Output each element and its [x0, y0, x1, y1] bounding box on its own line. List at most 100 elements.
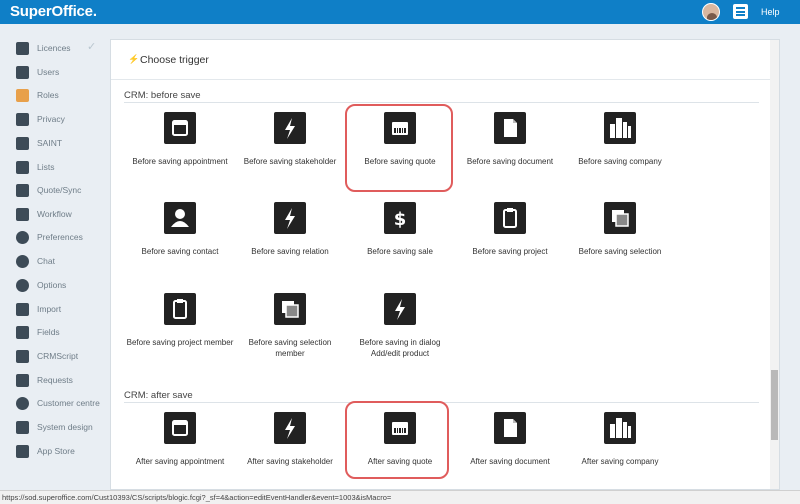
chat-icon: [16, 254, 29, 268]
sidebar-item-saint[interactable]: SAINT: [16, 134, 106, 152]
trigger-label: Before saving selection: [578, 247, 662, 256]
bolt-icon: [274, 202, 306, 234]
trigger-tile[interactable]: $ Before saving sale: [344, 202, 454, 292]
sidebar-item-app-store[interactable]: App Store: [16, 442, 106, 460]
highlight-frame: [345, 401, 449, 479]
document-icon: [494, 412, 526, 444]
cog-icon: [16, 278, 29, 292]
panel-title: Choose trigger: [140, 54, 209, 66]
trigger-tile[interactable]: After saving appointment: [124, 412, 234, 489]
trigger-tile[interactable]: Before saving selection member: [234, 293, 344, 383]
calendar-icon: [164, 112, 196, 144]
trigger-label: Before saving project: [472, 247, 548, 256]
app-logo[interactable]: SuperOffice.: [10, 3, 97, 20]
svg-text:$: $: [394, 209, 407, 230]
bolt-icon: [384, 293, 416, 325]
sidebar-item-label: Requests: [37, 375, 73, 385]
shield-icon: [16, 112, 29, 126]
signpost-icon: [16, 207, 29, 221]
sidebar-item-workflow[interactable]: Workflow: [16, 205, 106, 223]
trigger-tile[interactable]: Before saving document: [454, 112, 564, 202]
sidebar-item-label: Options: [37, 280, 67, 290]
checkmark-icon: ✓: [87, 41, 97, 53]
clipboard-icon: [164, 293, 196, 325]
trigger-tile[interactable]: Before saving appointment: [124, 112, 234, 202]
trigger-tile[interactable]: Before saving selection: [564, 202, 674, 292]
sidebar-item-privacy[interactable]: Privacy: [16, 110, 106, 128]
sidebar-item-chat[interactable]: Chat: [16, 252, 106, 270]
trigger-tile[interactable]: After saving company: [564, 412, 674, 489]
company-icon: [604, 412, 636, 444]
sidebar-item-label: System design: [37, 422, 93, 432]
trigger-tile[interactable]: Before saving relation: [234, 202, 344, 292]
selection-icon: [274, 293, 306, 325]
trigger-label: Before saving project member: [126, 338, 234, 347]
trigger-label: Before saving company: [578, 157, 662, 166]
trigger-label: After saving document: [470, 457, 550, 466]
section-title-before-save: CRM: before save: [124, 90, 201, 101]
sidebar-item-label: Workflow: [37, 209, 72, 219]
status-bar: https://sod.superoffice.com/Cust10393/CS…: [0, 490, 800, 504]
sidebar-item-label: CRMScript: [37, 351, 79, 361]
trigger-label: Before saving appointment: [132, 157, 228, 166]
status-url: https://sod.superoffice.com/Cust10393/CS…: [2, 493, 392, 502]
sidebar-item-lists[interactable]: Lists: [16, 158, 106, 176]
sidebar-item-label: Preferences: [37, 232, 83, 242]
sidebar-item-requests[interactable]: Requests: [16, 371, 106, 389]
lock-icon: [16, 41, 29, 55]
help-link[interactable]: Help: [761, 7, 780, 17]
sidebar-item-label: App Store: [37, 446, 75, 456]
calendar-icon: [164, 412, 196, 444]
trigger-panel: ⚡ Choose trigger CRM: before save Before…: [110, 39, 780, 490]
trigger-label: Before saving document: [466, 157, 554, 166]
sidebar-item-import[interactable]: Import: [16, 300, 106, 318]
bolt-icon: [274, 112, 306, 144]
sidebar-item-label: Fields: [37, 327, 60, 337]
sidebar: Licences Users Roles Privacy SAINT Lists…: [0, 24, 108, 490]
user-icon: [16, 65, 29, 79]
trigger-tile[interactable]: Before saving company: [564, 112, 674, 202]
store-icon: [16, 444, 29, 458]
trigger-label: After saving company: [581, 457, 659, 466]
barcode-icon: [16, 183, 29, 197]
sidebar-item-preferences[interactable]: Preferences: [16, 228, 106, 246]
dollar-icon: $: [384, 202, 416, 234]
trigger-tile[interactable]: Before saving project: [454, 202, 564, 292]
trigger-label: Before saving stakeholder: [243, 157, 337, 166]
trigger-label: After saving stakeholder: [247, 457, 333, 466]
sidebar-item-label: Lists: [37, 162, 55, 172]
trigger-label: Before saving in dialog Add/edit product: [359, 338, 441, 358]
sidebar-item-customer-centre[interactable]: Customer centre: [16, 394, 106, 412]
sidebar-item-fields[interactable]: Fields: [16, 323, 106, 341]
sidebar-item-options[interactable]: Options: [16, 276, 106, 294]
bar-chart-icon: [16, 136, 29, 150]
trigger-tile[interactable]: Before saving in dialog Add/edit product: [344, 293, 454, 383]
user-avatar[interactable]: [702, 3, 720, 21]
panel-header: ⚡ Choose trigger: [111, 40, 779, 80]
fields-icon: [16, 325, 29, 339]
section-divider: [124, 102, 759, 103]
menu-icon[interactable]: [733, 4, 748, 19]
sidebar-item-quote-sync[interactable]: Quote/Sync: [16, 181, 106, 199]
clipboard-icon: [494, 202, 526, 234]
sidebar-item-label: Chat: [37, 256, 55, 266]
bolt-icon: [274, 412, 306, 444]
top-bar: SuperOffice. Help: [0, 0, 800, 24]
trigger-tile[interactable]: Before saving project member: [124, 293, 234, 383]
bolt-icon: ⚡: [128, 54, 140, 64]
sidebar-item-label: Import: [37, 304, 62, 314]
sidebar-item-roles[interactable]: Roles: [16, 86, 106, 104]
trigger-tile[interactable]: Before saving contact: [124, 202, 234, 292]
trigger-tile[interactable]: Before saving stakeholder: [234, 112, 344, 202]
trigger-label: Before saving contact: [141, 247, 219, 256]
trigger-tile[interactable]: After saving stakeholder: [234, 412, 344, 489]
sidebar-item-crmscript[interactable]: CRMScript: [16, 347, 106, 365]
section-title-after-save: CRM: after save: [124, 390, 193, 401]
sidebar-item-label: Roles: [37, 90, 59, 100]
sidebar-item-users[interactable]: Users: [16, 63, 106, 81]
scrollbar-thumb[interactable]: [771, 370, 778, 440]
sidebar-item-system-design[interactable]: System design: [16, 418, 106, 436]
trigger-label: Before saving sale: [367, 247, 433, 256]
design-icon: [16, 420, 29, 434]
trigger-tile[interactable]: After saving document: [454, 412, 564, 489]
